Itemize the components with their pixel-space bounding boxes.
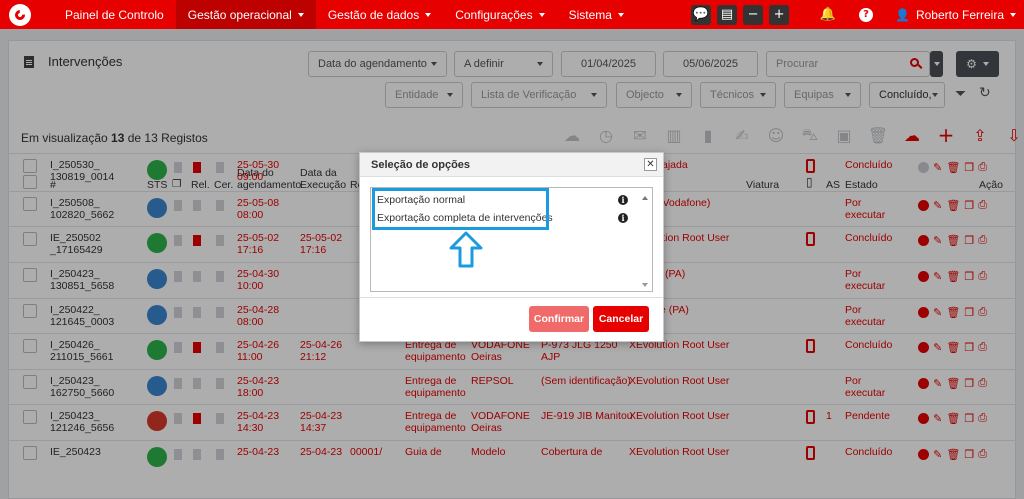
id-card-icon[interactable]: ▤ [717,4,738,25]
nav-painel-controlo[interactable]: Painel de Controlo [53,0,176,29]
nav-gestao-dados[interactable]: Gestão de dados [316,0,443,29]
nav-gestao-operacional[interactable]: Gestão operacional [175,0,316,29]
chevron-down-icon [297,12,304,17]
nav-sistema[interactable]: Sistema [557,0,636,29]
arrow-up-icon [449,231,483,268]
options-modal: Seleção de opções ✕ Exportação normal Ex… [359,152,664,342]
zoom-in-button[interactable]: + [769,4,790,25]
help-icon[interactable]: ? [856,5,876,25]
scroll-down-icon[interactable] [642,283,648,287]
info-icon[interactable]: i [618,213,628,223]
highlight-box [372,188,549,230]
vodafone-logo[interactable] [9,3,31,26]
modal-header: Seleção de opções [360,153,663,177]
zoom-out-button[interactable]: − [743,4,764,25]
chevron-down-icon [538,12,545,17]
user-menu[interactable]: 👤 Roberto Ferreira [895,8,1016,22]
chevron-down-icon [425,12,432,17]
chevron-down-icon [617,12,624,17]
confirm-button[interactable]: Confirmar [529,306,589,332]
bell-icon[interactable]: 🔔 [818,5,838,25]
info-icon[interactable]: i [618,195,628,205]
chat-icon[interactable]: 💬 [691,4,712,25]
cancel-button[interactable]: Cancelar [593,306,649,332]
scroll-up-icon[interactable] [642,196,648,200]
modal-divider [360,297,663,298]
chevron-down-icon [1010,12,1016,17]
close-icon[interactable]: ✕ [644,158,657,171]
user-icon: 👤 [895,7,910,22]
nav-configuracoes[interactable]: Configurações [443,0,556,29]
top-navbar: Painel de Controlo Gestão operacional Ge… [0,0,1024,29]
